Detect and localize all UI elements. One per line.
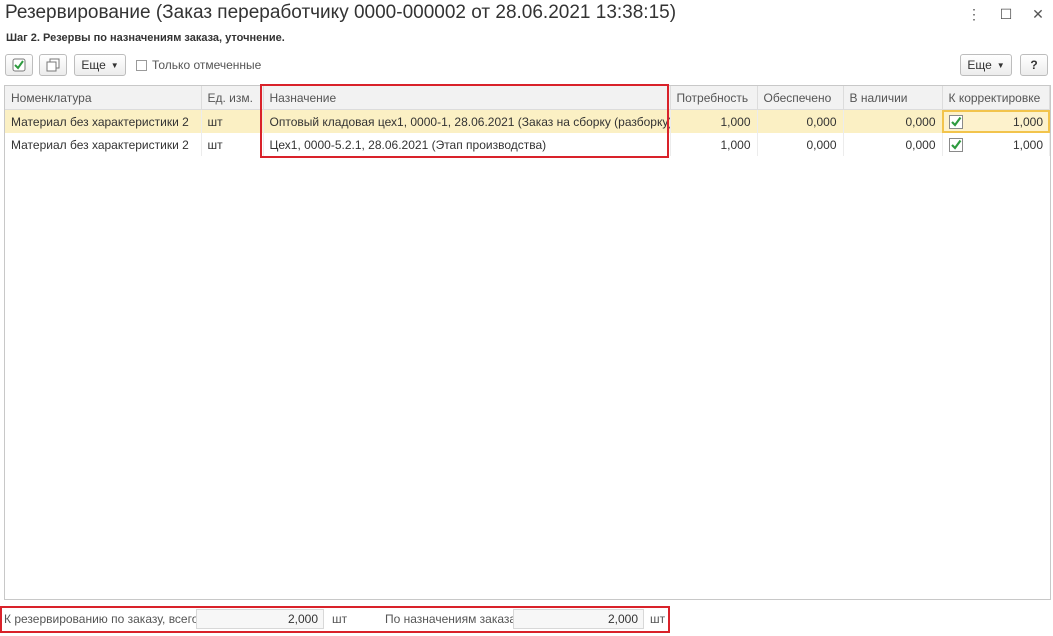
by-purpose-value-field[interactable]: 2,000 (513, 609, 644, 629)
cell-need[interactable]: 1,000 (670, 109, 758, 133)
maximize-icon[interactable]: ☐ (999, 6, 1013, 23)
cell-provided[interactable]: 0,000 (757, 109, 844, 133)
only-marked-checkbox[interactable]: Только отмеченные (136, 58, 261, 72)
reservations-table: Номенклатура Ед. изм. Назначение Потребн… (4, 85, 1051, 600)
cell-purpose[interactable]: Оптовый кладовая цех1, 0000-1, 28.06.202… (263, 109, 671, 133)
more-button[interactable]: Еще ▼ (74, 54, 126, 76)
chevron-down-icon: ▼ (996, 60, 1005, 70)
correction-value: 1,000 (1012, 137, 1043, 152)
by-purpose-label: По назначениям заказа: (385, 612, 520, 626)
copy-icon (46, 58, 60, 72)
col-provided[interactable]: Обеспечено (757, 86, 844, 110)
cell-purpose[interactable]: Цех1, 0000-5.2.1, 28.06.2021 (Этап произ… (263, 133, 671, 156)
cell-provided[interactable]: 0,000 (757, 133, 844, 156)
total-unit: шт (332, 612, 348, 626)
more-actions-icon[interactable]: ⋮ (967, 6, 981, 23)
total-value-field[interactable]: 2,000 (196, 609, 324, 629)
table-row[interactable]: Материал без характеристики 2 шт Оптовый… (5, 109, 1050, 133)
by-purpose-unit: шт (650, 612, 666, 626)
cell-correction[interactable]: 1,000 (942, 133, 1050, 156)
check-all-button[interactable] (5, 54, 33, 76)
toolbar: Еще ▼ Только отмеченные Еще ▼ ? (5, 54, 1048, 78)
table-row[interactable]: Материал без характеристики 2 шт Цех1, 0… (5, 133, 1050, 156)
table-header: Номенклатура Ед. изм. Назначение Потребн… (5, 86, 1050, 110)
cell-correction[interactable]: 1,000 (942, 109, 1050, 133)
more-button-label: Еще (81, 58, 106, 72)
cell-in-stock[interactable]: 0,000 (843, 109, 943, 133)
col-in-stock[interactable]: В наличии (843, 86, 943, 110)
col-unit[interactable]: Ед. изм. (201, 86, 264, 110)
check-all-icon (12, 58, 26, 72)
right-more-button[interactable]: Еще ▼ (960, 54, 1012, 76)
window-title: Резервирование (Заказ переработчику 0000… (5, 2, 677, 23)
cell-item[interactable]: Материал без характеристики 2 (5, 109, 202, 133)
help-button[interactable]: ? (1020, 54, 1048, 76)
cell-in-stock[interactable]: 0,000 (843, 133, 943, 156)
col-item[interactable]: Номенклатура (5, 86, 202, 110)
cell-need[interactable]: 1,000 (670, 133, 758, 156)
col-purpose[interactable]: Назначение (263, 86, 671, 110)
col-correction[interactable]: К корректировке (942, 86, 1050, 110)
step-label: Шаг 2. Резервы по назначениям заказа, ут… (6, 32, 285, 44)
cell-unit[interactable]: шт (201, 133, 264, 156)
correction-value: 1,000 (1012, 114, 1043, 129)
close-icon[interactable]: ✕ (1031, 6, 1045, 23)
uncheck-all-button[interactable] (39, 54, 67, 76)
chevron-down-icon: ▼ (110, 60, 119, 70)
col-need[interactable]: Потребность (670, 86, 758, 110)
window-controls: ⋮ ☐ ✕ (967, 6, 1045, 23)
checkbox-checked-icon[interactable] (948, 137, 963, 152)
only-marked-label: Только отмеченные (152, 58, 262, 72)
total-label: К резервированию по заказу, всего: (4, 612, 202, 626)
checkbox-icon[interactable] (136, 59, 147, 71)
cell-unit[interactable]: шт (201, 109, 264, 133)
checkbox-checked-icon[interactable] (948, 114, 963, 129)
right-more-label: Еще (967, 58, 992, 72)
cell-item[interactable]: Материал без характеристики 2 (5, 133, 202, 156)
